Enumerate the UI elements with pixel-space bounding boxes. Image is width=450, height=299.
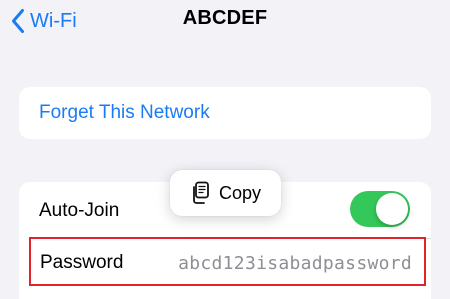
password-label: Password xyxy=(40,252,124,273)
toggle-knob xyxy=(376,193,408,225)
copy-label: Copy xyxy=(219,182,262,203)
auto-join-label: Auto-Join xyxy=(39,200,120,221)
copy-icon xyxy=(193,181,209,204)
forget-network-card[interactable]: Forget This Network xyxy=(19,87,431,139)
password-row[interactable]: Password abcd123isabadpassword xyxy=(29,237,426,286)
password-value[interactable]: abcd123isabadpassword xyxy=(178,253,412,274)
copy-button[interactable]: Copy xyxy=(170,170,281,216)
page-title: ABCDEF xyxy=(182,7,268,29)
auto-join-toggle[interactable] xyxy=(350,191,410,227)
wifi-network-detail-screen: Wi-Fi ABCDEF Forget This Network Auto-Jo… xyxy=(0,0,450,299)
forget-network-button[interactable]: Forget This Network xyxy=(39,102,210,124)
